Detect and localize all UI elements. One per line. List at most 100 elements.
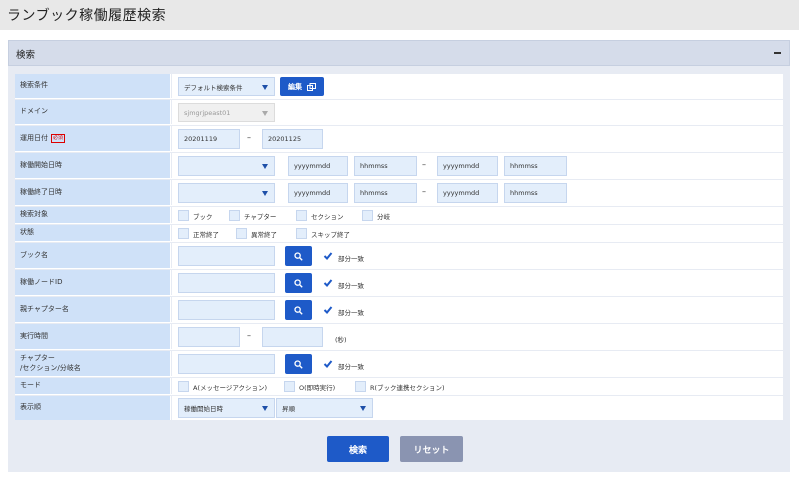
mode-a-label: A(メッセージアクション) (193, 384, 268, 392)
row-domain: ドメイン sjmgrjpeast01 (15, 100, 783, 125)
start-time-preset-select[interactable] (178, 156, 275, 176)
target-book-label: ブック (193, 213, 213, 221)
start-time-from[interactable]: hhmmss (354, 156, 417, 176)
label-search-condition: 検索条件 (15, 74, 171, 98)
label-end-time: 稼働終了日時 (15, 180, 171, 205)
sort-field-select[interactable]: 稼働開始日時 (178, 398, 275, 418)
chevron-down-icon (262, 406, 268, 411)
label-domain: ドメイン (15, 100, 171, 124)
end-time-to[interactable]: hhmmss (504, 183, 567, 203)
search-panel-header[interactable]: 検索 (8, 40, 790, 66)
label-chapter-name: チャプター /セクション/分岐名 (15, 351, 171, 376)
start-date-from[interactable]: yyyymmdd (288, 156, 348, 176)
required-badge: 必須 (51, 134, 66, 143)
edit-button[interactable]: 編集 (280, 77, 324, 96)
target-chapter-label: チャプター (244, 213, 277, 221)
start-date-to[interactable]: yyyymmdd (437, 156, 498, 176)
row-parent-chapter: 親チャプター名 部分一致 (15, 297, 783, 323)
seconds-unit: (秒) (335, 336, 347, 344)
checkmark-icon (323, 279, 333, 287)
mode-o-checkbox[interactable] (284, 381, 295, 392)
reset-button[interactable]: リセット (400, 436, 463, 462)
chapter-name-search-button[interactable] (285, 354, 312, 374)
search-condition-select[interactable]: デフォルト検索条件 (178, 77, 275, 96)
chevron-down-icon (360, 406, 366, 411)
search-button[interactable]: 検索 (327, 436, 389, 462)
state-skip-checkbox[interactable] (296, 228, 307, 239)
chevron-down-icon (262, 164, 268, 169)
book-name-partial-checkbox[interactable] (323, 251, 333, 261)
mode-r-checkbox[interactable] (355, 381, 366, 392)
search-icon (294, 305, 303, 315)
parent-chapter-input[interactable] (178, 300, 275, 320)
partial-match-label: 部分一致 (338, 282, 364, 290)
label-node-id: 稼働ノードID (15, 270, 171, 295)
mode-a-checkbox[interactable] (178, 381, 189, 392)
range-separator: – (247, 331, 251, 340)
row-chapter-name: チャプター /セクション/分岐名 部分一致 (15, 351, 783, 377)
target-chapter-checkbox[interactable] (229, 210, 240, 221)
label-operation-date: 運用日付 必須 (15, 126, 171, 151)
label-search-target: 検索対象 (15, 207, 171, 223)
target-section-label: セクション (311, 213, 344, 221)
label-parent-chapter: 親チャプター名 (15, 297, 171, 322)
chevron-down-icon (262, 110, 268, 116)
end-date-to[interactable]: yyyymmdd (437, 183, 498, 203)
row-display-order: 表示順 稼働開始日時 昇順 (15, 396, 783, 420)
start-time-to[interactable]: hhmmss (504, 156, 567, 176)
row-end-time: 稼働終了日時 yyyymmdd hhmmss – yyyymmdd hhmmss (15, 180, 783, 206)
node-id-partial-checkbox[interactable] (323, 278, 333, 288)
mode-r-label: R(ブック連携セクション) (370, 384, 445, 392)
exec-time-to[interactable] (262, 327, 323, 347)
search-icon (294, 278, 303, 288)
state-abnormal-label: 異常終了 (251, 231, 277, 239)
checkmark-icon (323, 306, 333, 314)
target-branch-checkbox[interactable] (362, 210, 373, 221)
partial-match-label: 部分一致 (338, 309, 364, 317)
label-book-name: ブック名 (15, 243, 171, 268)
state-abnormal-checkbox[interactable] (236, 228, 247, 239)
state-normal-label: 正常終了 (193, 231, 219, 239)
end-date-from[interactable]: yyyymmdd (288, 183, 348, 203)
row-mode: モード A(メッセージアクション) O(即時実行) R(ブック連携セクション) (15, 378, 783, 395)
parent-chapter-search-button[interactable] (285, 300, 312, 320)
state-normal-checkbox[interactable] (178, 228, 189, 239)
copy-icon (307, 82, 316, 91)
label-exec-time: 実行時間 (15, 324, 171, 349)
chevron-down-icon (262, 84, 268, 90)
book-name-input[interactable] (178, 246, 275, 266)
row-search-target: 検索対象 ブック チャプター セクション 分岐 (15, 207, 783, 224)
panel-title: 検索 (16, 50, 36, 61)
checkmark-icon (323, 360, 333, 368)
checkmark-icon (323, 252, 333, 260)
target-book-checkbox[interactable] (178, 210, 189, 221)
row-node-id: 稼働ノードID 部分一致 (15, 270, 783, 296)
label-display-order: 表示順 (15, 396, 171, 420)
domain-select: sjmgrjpeast01 (178, 103, 275, 122)
chevron-down-icon (262, 191, 268, 196)
search-icon (294, 359, 303, 369)
node-id-search-button[interactable] (285, 273, 312, 293)
node-id-input[interactable] (178, 273, 275, 293)
end-time-preset-select[interactable] (178, 183, 275, 203)
collapse-icon[interactable] (774, 52, 781, 54)
operation-date-from[interactable]: 20201119 (178, 129, 240, 149)
sort-direction-select[interactable]: 昇順 (276, 398, 373, 418)
exec-time-from[interactable] (178, 327, 240, 347)
range-separator: – (247, 133, 251, 142)
operation-date-to[interactable]: 20201125 (262, 129, 323, 149)
label-mode: モード (15, 378, 171, 394)
row-book-name: ブック名 部分一致 (15, 243, 783, 269)
row-start-time: 稼働開始日時 yyyymmdd hhmmss – yyyymmdd hhmmss (15, 153, 783, 179)
target-section-checkbox[interactable] (296, 210, 307, 221)
book-name-search-button[interactable] (285, 246, 312, 266)
chapter-name-input[interactable] (178, 354, 275, 374)
page-title: ランブック稼働履歴検索 (7, 8, 167, 24)
chapter-name-partial-checkbox[interactable] (323, 359, 333, 369)
target-branch-label: 分岐 (377, 213, 390, 221)
row-exec-time: 実行時間 – (秒) (15, 324, 783, 350)
label-state: 状態 (15, 225, 171, 241)
parent-chapter-partial-checkbox[interactable] (323, 305, 333, 315)
label-start-time: 稼働開始日時 (15, 153, 171, 178)
end-time-from[interactable]: hhmmss (354, 183, 417, 203)
